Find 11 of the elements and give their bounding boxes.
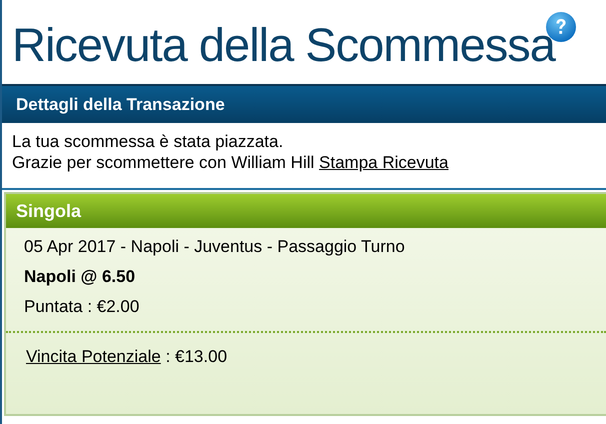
bet-type: Singola <box>16 200 82 222</box>
confirmation-message: La tua scommessa è stata piazzata. <box>12 131 284 152</box>
event-text: 05 Apr 2017 - Napoli - Juventus - Passaggio Turno <box>24 237 406 257</box>
thanks-message: Grazie per scommettere con William Hill Stampa Ricevuta <box>12 152 450 173</box>
section-title: Dettagli della Transazione <box>16 94 225 114</box>
selection-text: Napoli @ 6.50 <box>24 267 136 287</box>
print-receipt-link[interactable]: Stampa Ricevuta <box>319 153 448 172</box>
potential-return: Vincita Potenziale : €13.00 <box>26 347 228 367</box>
stake-text: Puntata : €2.00 <box>24 297 140 317</box>
potential-return-link[interactable]: Vincita Potenziale <box>26 347 161 366</box>
page-title: Ricevuta della Scommessa <box>12 19 555 71</box>
